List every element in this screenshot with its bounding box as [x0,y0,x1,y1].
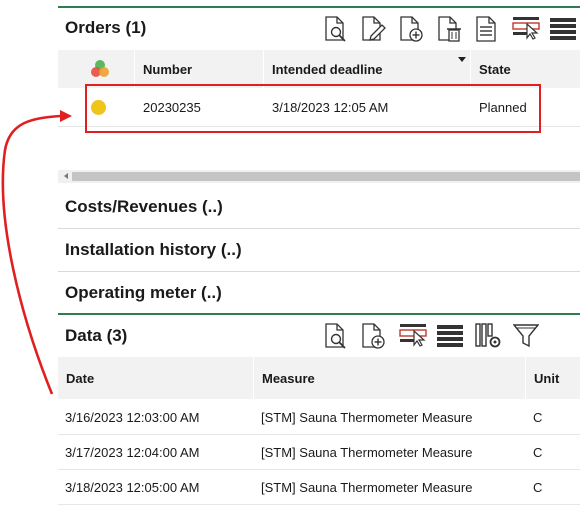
columns-icon[interactable] [437,323,463,349]
view-document-icon[interactable] [322,16,348,42]
table-row[interactable]: 3/17/2023 12:04:00 AM [STM] Sauna Thermo… [58,435,580,470]
measure-column-header[interactable]: Measure [254,357,525,399]
edit-document-icon[interactable] [360,16,386,42]
measure-name: [STM] Sauna Thermometer Measure [261,444,473,460]
measure-name: [STM] Sauna Thermometer Measure [261,479,473,495]
add-document-icon[interactable] [398,16,424,42]
highlight-box [85,84,541,133]
section-title: Operating meter (..) [65,283,222,302]
operating-meter-section[interactable]: Operating meter (..) [58,272,580,314]
measure-date: 3/16/2023 12:03:00 AM [65,409,200,425]
status-column-header[interactable] [82,50,134,88]
data-top-border [58,313,580,315]
select-row-icon[interactable] [512,14,542,40]
installation-history-section[interactable]: Installation history (..) [58,229,580,272]
data-grid-header: Date Measure Unit [58,357,580,399]
table-row[interactable]: 3/16/2023 12:03:00 AM [STM] Sauna Thermo… [58,400,580,435]
sort-descending-icon [458,57,466,62]
orders-panel-title: Orders (1) [65,18,147,37]
horizontal-scrollbar[interactable] [58,170,580,183]
section-title: Costs/Revenues (..) [65,197,223,216]
date-column-header[interactable]: Date [58,357,253,399]
add-document-icon[interactable] [360,323,386,349]
deadline-column-header[interactable]: Intended deadline [264,50,470,88]
measure-unit: C [533,444,543,460]
delete-document-icon[interactable] [436,16,462,42]
orders-grid-header: Number Intended deadline State [58,50,580,88]
report-icon[interactable] [473,16,499,42]
measure-name: [STM] Sauna Thermometer Measure [261,409,473,425]
scroll-left-arrow-icon[interactable] [64,173,68,179]
unit-column-header[interactable]: Unit [526,357,580,399]
state-column-header[interactable]: State [471,50,580,88]
measure-date: 3/18/2023 12:05:00 AM [65,479,200,495]
measure-date: 3/17/2023 12:04:00 AM [65,444,200,460]
costs-revenues-section[interactable]: Costs/Revenues (..) [58,186,580,229]
data-panel-title: Data (3) [65,326,128,345]
filter-icon[interactable] [513,323,539,349]
columns-icon[interactable] [550,16,576,42]
measure-unit: C [533,409,543,425]
select-row-icon[interactable] [399,321,429,347]
table-row[interactable]: 3/18/2023 12:05:00 AM [STM] Sauna Thermo… [58,470,580,505]
column-settings-icon[interactable] [475,323,501,349]
measure-unit: C [533,479,543,495]
scrollbar-thumb[interactable] [72,172,580,181]
section-title: Installation history (..) [65,240,242,259]
orders-top-border [58,6,580,8]
status-legend-icon [91,60,109,77]
number-column-header[interactable]: Number [135,50,263,88]
view-document-icon[interactable] [322,323,348,349]
